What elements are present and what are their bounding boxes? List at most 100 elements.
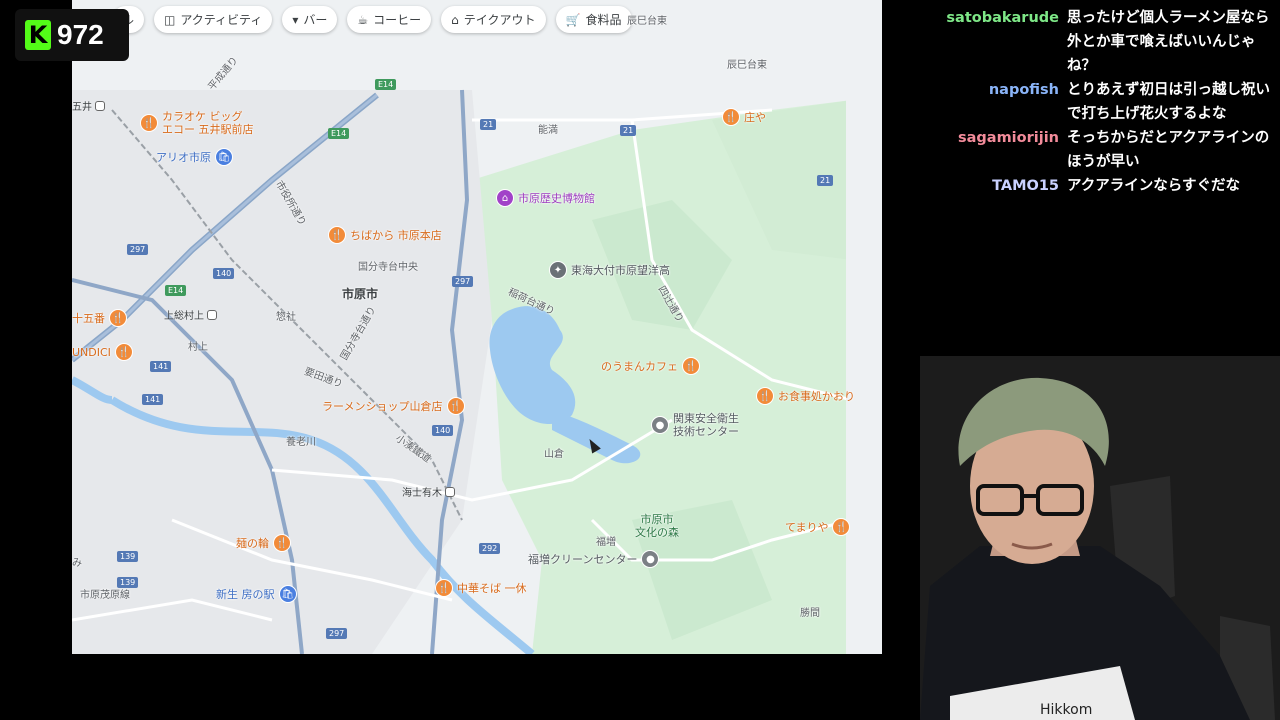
coffee-icon: ☕: [357, 12, 369, 27]
poi-label: 東海大付市原望洋高: [571, 264, 670, 277]
poi-shokujidokoro[interactable]: 🍴 お食事処かおり: [756, 387, 855, 405]
poi-label: 福増クリーンセンター: [528, 553, 638, 566]
route-shield: 141: [150, 361, 172, 372]
chat-message: sagamiorijin そっちからだとアクアラインのほうが早い: [900, 126, 1280, 174]
poi-label: 十五番: [72, 312, 105, 325]
poi-label: カラオケ ビッグ エコー 五井駅前店: [162, 110, 254, 136]
poi-fukumasu-clean[interactable]: 福増クリーンセンター ●: [528, 550, 660, 568]
restaurant-pin-icon: 🍴: [328, 226, 346, 244]
station-label: 上総村上: [164, 311, 204, 322]
category-chip-bar: ル ◫アクティビティ ▾バー ☕コーヒー ⌂テイクアウト 🛒食料品: [112, 6, 632, 33]
route-shield: 141: [142, 394, 164, 405]
route-shield: 140: [213, 268, 235, 279]
place-label: 山倉: [544, 449, 564, 460]
chat-message: TAMO15 アクアラインならすぐだな: [900, 174, 1280, 198]
route-shield: E14: [165, 285, 187, 296]
place-label: 市原茂原線: [80, 590, 130, 601]
poi-temariya[interactable]: てまりや 🍴: [785, 518, 851, 536]
chat-text: 思ったけど個人ラーメン屋なら外とか車で喰えばいいんじゃね？: [1067, 10, 1270, 74]
chip-label: バー: [303, 13, 328, 27]
poi-label: 市原歴史博物館: [518, 192, 595, 205]
place-label: 養老川: [286, 437, 316, 448]
route-shield: 292: [479, 543, 501, 554]
poi-shinsei[interactable]: 新生 房の駅 🛍: [216, 585, 297, 603]
place-label-city: 市原市: [342, 287, 379, 301]
station-icon: [95, 100, 105, 111]
chip-label: アクティビティ: [180, 13, 263, 27]
restaurant-pin-icon: 🍴: [273, 534, 291, 552]
route-shield: E14: [375, 79, 397, 90]
chat-text: そっちからだとアクアラインのほうが早い: [1067, 130, 1270, 170]
chip-label: コーヒー: [373, 13, 422, 27]
poi-jugoban[interactable]: 十五番 🍴: [72, 309, 127, 327]
place-label: 能満: [538, 125, 558, 136]
poi-kantou-center[interactable]: ● 関東安全衛生 技術センター: [651, 412, 739, 438]
restaurant-pin-icon: 🍴: [446, 397, 465, 415]
chip-activities[interactable]: ◫ アクティビティ: [154, 6, 273, 33]
webcam-feed: Hikkom: [920, 356, 1280, 720]
poi-label: 新生 房の駅: [216, 588, 275, 601]
restaurant-pin-icon: 🍴: [682, 357, 700, 375]
shopping-pin-icon: 🛍: [215, 148, 233, 166]
place-label: 国分寺台中央: [358, 262, 418, 273]
location-pin-icon: ●: [641, 550, 660, 568]
station-label: 五井: [72, 102, 92, 113]
chip-label: 食料品: [585, 13, 622, 27]
place-label: 惣社: [276, 312, 296, 323]
chat-message: satobakarude 思ったけど個人ラーメン屋なら外とか車で喰えばいいんじゃ…: [900, 6, 1280, 78]
poi-label: 麺の輪: [236, 537, 269, 550]
chat-username: napofish: [988, 82, 1059, 98]
route-shield: 140: [432, 425, 454, 436]
poi-label: ラーメンショップ山倉店: [322, 400, 443, 413]
place-label: 村上: [188, 342, 208, 353]
poi-label: 中華そば 一休: [457, 582, 527, 595]
route-shield: 297: [326, 628, 348, 639]
station-icon: [207, 309, 217, 320]
poi-ramen-yamakura[interactable]: ラーメンショップ山倉店 🍴: [322, 397, 465, 415]
route-shield: 21: [817, 175, 834, 186]
poi-label: UNDICI: [72, 345, 111, 359]
map-view[interactable]: ル ◫アクティビティ ▾バー ☕コーヒー ⌂テイクアウト 🛒食料品 E14 E1…: [72, 0, 882, 654]
poi-undici[interactable]: UNDICI 🍴: [72, 343, 133, 361]
route-shield: 139: [117, 551, 139, 562]
cocktail-icon: ▾: [292, 12, 299, 27]
school-pin-icon: ✦: [549, 261, 567, 279]
poi-nouman-cafe[interactable]: のうまんカフェ 🍴: [601, 357, 700, 375]
route-shield: 297: [127, 244, 149, 255]
map-base-layer: [72, 0, 882, 654]
restaurant-pin-icon: 🍴: [435, 579, 453, 597]
poi-menowa[interactable]: 麺の輪 🍴: [236, 534, 291, 552]
chat-username: satobakarude: [946, 10, 1059, 26]
place-label: み: [72, 558, 82, 569]
restaurant-pin-icon: 🍴: [109, 309, 127, 327]
restaurant-pin-icon: 🍴: [756, 387, 774, 405]
poi-shoya[interactable]: 🍴 庄や: [722, 108, 766, 126]
station-amaariki[interactable]: 海士有木: [402, 484, 455, 499]
poi-bunka-forest[interactable]: 市原市 文化の森: [635, 513, 679, 539]
station-kazusa-murakami[interactable]: 上総村上: [164, 307, 217, 322]
poi-ario[interactable]: アリオ市原 🛍: [156, 148, 233, 166]
poi-label: アリオ市原: [156, 151, 211, 164]
streamer-silhouette: Hikkom: [920, 356, 1280, 720]
poi-museum[interactable]: ⌂ 市原歴史博物館: [496, 189, 595, 207]
shopping-pin-icon: 🛍: [278, 585, 297, 603]
chat-username: TAMO15: [992, 178, 1059, 194]
chip-bars[interactable]: ▾ バー: [282, 6, 338, 33]
poi-label: 関東安全衛生 技術センター: [673, 412, 739, 438]
viewer-count: 972: [57, 19, 104, 50]
station-icon: [445, 486, 455, 497]
cart-icon: 🛒: [565, 12, 581, 27]
poi-label: のうまんカフェ: [601, 360, 678, 373]
chip-coffee[interactable]: ☕ コーヒー: [347, 6, 432, 33]
kick-logo-icon: K: [25, 20, 51, 50]
poi-label: てまりや: [785, 521, 829, 534]
poi-ikkyu[interactable]: 🍴 中華そば 一休: [435, 579, 527, 597]
poi-chibakara[interactable]: 🍴 ちばから 市原本店: [328, 226, 442, 244]
chip-groceries[interactable]: 🛒 食料品: [555, 6, 632, 33]
poi-school[interactable]: ✦ 東海大付市原望洋高: [549, 261, 670, 279]
chip-takeout[interactable]: ⌂ テイクアウト: [441, 6, 546, 33]
poi-karaoke[interactable]: 🍴 カラオケ ビッグ エコー 五井駅前店: [140, 110, 254, 136]
station-goi[interactable]: 五井: [72, 98, 105, 113]
restaurant-pin-icon: 🍴: [114, 343, 133, 361]
chat-text: アクアラインならすぐだな: [1067, 178, 1240, 194]
